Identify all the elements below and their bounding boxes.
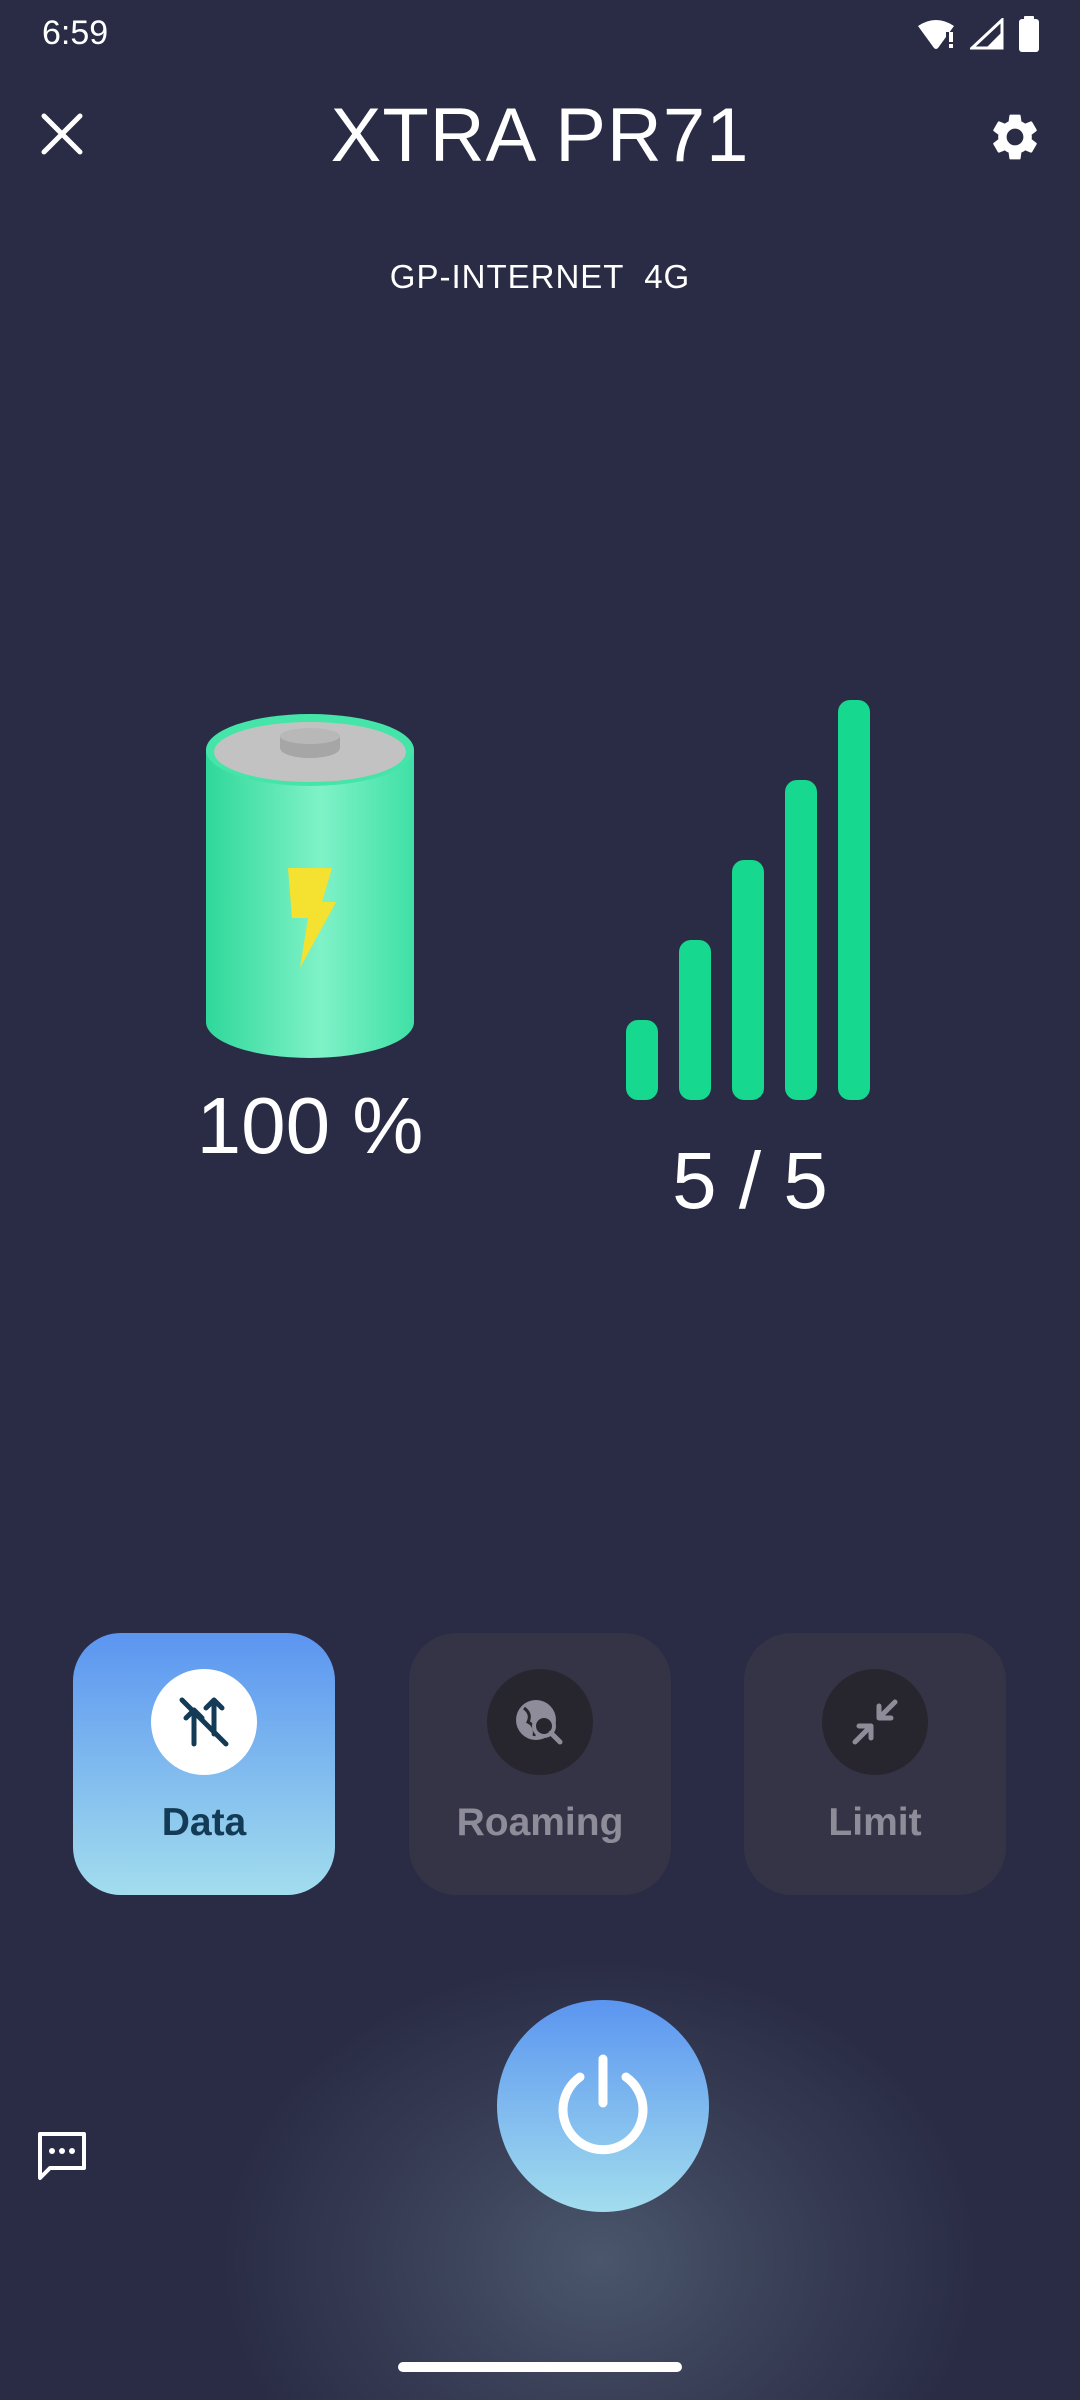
- cell-signal-icon: [968, 16, 1004, 55]
- collapse-arrows-icon: [852, 1699, 898, 1745]
- signal-bar-5: [838, 700, 870, 1100]
- page-title: XTRA PR71: [330, 93, 750, 178]
- limit-toggle[interactable]: Limit: [744, 1633, 1006, 1895]
- data-label: Data: [161, 1801, 247, 1844]
- battery-graphic: [200, 712, 420, 1062]
- data-icon-circle: [151, 1669, 257, 1775]
- gear-icon: [993, 114, 1037, 160]
- signal-bar-2: [679, 940, 711, 1100]
- signal-strength: 5 / 5: [672, 1136, 828, 1225]
- power-button[interactable]: [497, 2000, 709, 2212]
- charging-bolt-icon: [288, 868, 336, 968]
- battery-full-icon: [1018, 16, 1040, 57]
- limit-label: Limit: [828, 1801, 922, 1844]
- roaming-label: Roaming: [456, 1801, 624, 1844]
- roaming-toggle[interactable]: Roaming: [409, 1633, 671, 1895]
- signal-bars: [626, 700, 886, 1102]
- home-indicator[interactable]: [398, 2362, 682, 2372]
- battery-percent: 100 %: [196, 1081, 424, 1170]
- settings-button[interactable]: [980, 102, 1050, 172]
- limit-icon-circle: [822, 1669, 928, 1775]
- mobile-data-off-icon: [179, 1697, 229, 1747]
- status-icons: [916, 16, 1040, 57]
- data-toggle[interactable]: Data: [73, 1633, 335, 1895]
- signal-bar-1: [626, 1020, 658, 1100]
- message-button[interactable]: [30, 2124, 94, 2188]
- screen: 6:59 XTRA PR71 GP-INTERNET 4G 100 % 5 / …: [0, 0, 1080, 2400]
- message-icon: [38, 2132, 86, 2180]
- wifi-alert-icon: [916, 18, 956, 55]
- network-name: GP-INTERNET 4G: [389, 258, 691, 295]
- signal-bar-4: [785, 780, 817, 1100]
- signal-bar-3: [732, 860, 764, 1100]
- power-icon: [558, 2054, 648, 2155]
- roaming-icon-circle: [487, 1669, 593, 1775]
- status-bar: 6:59: [0, 0, 1080, 72]
- status-time: 6:59: [42, 14, 109, 52]
- roaming-globe-search-icon: [516, 1700, 563, 1745]
